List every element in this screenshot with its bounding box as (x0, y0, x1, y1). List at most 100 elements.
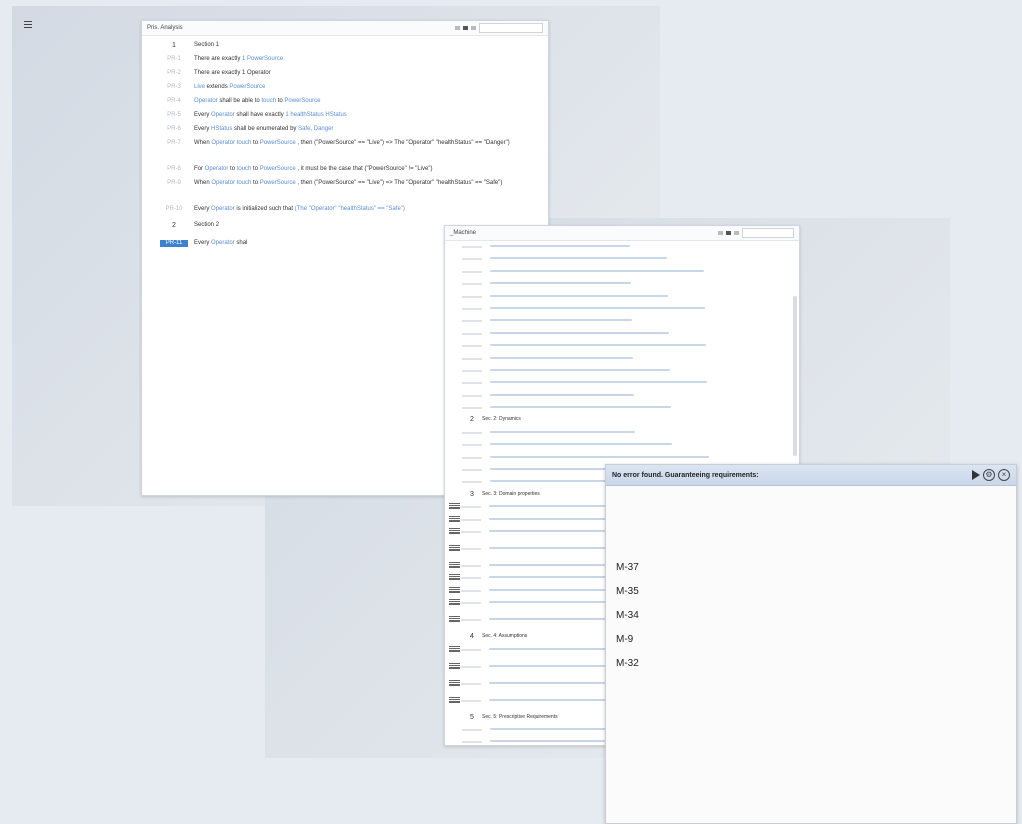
requirement-id[interactable]: PR-6 (160, 126, 188, 133)
concept-link[interactable]: touch (237, 140, 252, 146)
zoom-out-icon[interactable] (455, 26, 460, 30)
list-icon[interactable] (449, 696, 460, 703)
list-icon[interactable] (449, 544, 460, 551)
list-icon[interactable] (449, 616, 460, 623)
concept-link[interactable]: touch (237, 166, 252, 172)
list-icon[interactable] (449, 586, 460, 593)
concept-link[interactable]: 1 PowerSource (242, 56, 283, 62)
concept-link[interactable]: PowerSource (260, 180, 296, 186)
requirement-id[interactable]: PR-2 (160, 70, 188, 77)
requirement-id[interactable] (461, 518, 481, 521)
requirement-id[interactable] (462, 407, 482, 410)
requirement-id[interactable] (461, 547, 481, 550)
search-input-2[interactable] (742, 228, 794, 238)
requirement-id[interactable] (461, 665, 481, 668)
list-icon[interactable] (449, 574, 460, 581)
filter-icon[interactable] (734, 231, 739, 235)
list-icon[interactable] (449, 503, 460, 510)
requirement-id[interactable]: 1 (160, 42, 188, 49)
requirement-id[interactable] (461, 530, 481, 533)
concept-link[interactable]: PowerSource (260, 166, 296, 172)
requirement-id[interactable] (462, 345, 482, 348)
requirement-id[interactable]: PR-1 (160, 56, 188, 63)
concept-link[interactable]: PowerSource (284, 98, 320, 104)
requirement-id[interactable] (461, 682, 481, 685)
zoom-in-icon[interactable] (463, 26, 468, 30)
requirement-id[interactable] (462, 332, 482, 335)
list-icon[interactable] (449, 645, 460, 652)
requirement-id[interactable] (462, 369, 482, 372)
concept-link[interactable]: Operator (211, 180, 235, 186)
requirement-id[interactable] (461, 699, 481, 702)
requirement-id[interactable] (461, 564, 481, 567)
concept-link[interactable]: Operator (211, 240, 235, 246)
requirement-id[interactable]: 2 (160, 222, 188, 229)
zoom-in-icon[interactable] (726, 231, 731, 235)
requirement-id[interactable]: PR-4 (160, 98, 188, 105)
requirement-item[interactable]: M-35 (616, 580, 1016, 604)
list-icon[interactable] (449, 527, 460, 534)
concept-link[interactable]: Live (194, 84, 205, 90)
requirement-id[interactable] (461, 577, 481, 580)
concept-link[interactable]: Operator (205, 166, 229, 172)
concept-link[interactable]: Operator (194, 98, 218, 104)
concept-link[interactable]: Operator (211, 140, 235, 146)
requirement-id[interactable]: PR-8 (160, 166, 188, 173)
requirement-id[interactable] (462, 431, 482, 434)
requirement-id[interactable]: PR-5 (160, 112, 188, 119)
concept-link[interactable]: PowerSource (260, 140, 296, 146)
play-icon[interactable] (972, 470, 980, 480)
close-icon[interactable]: × (998, 469, 1010, 481)
requirement-item[interactable]: M-34 (616, 604, 1016, 628)
concept-link[interactable]: (The "Operator" "healthStatus" == "Safe"… (295, 206, 405, 212)
concept-link[interactable]: PowerSource (229, 84, 265, 90)
requirement-id[interactable] (462, 246, 482, 248)
requirement-id[interactable] (462, 295, 482, 298)
concept-link[interactable]: HStatus (211, 126, 232, 132)
concept-link[interactable]: touch (237, 180, 252, 186)
requirement-id[interactable] (462, 258, 482, 261)
list-icon[interactable] (449, 599, 460, 606)
requirement-id[interactable] (462, 444, 482, 447)
concept-link[interactable]: 1 healthStatus HStatus (285, 112, 346, 118)
requirement-id[interactable]: PR-9 (160, 180, 188, 187)
requirement-id[interactable] (462, 394, 482, 397)
list-icon[interactable] (449, 679, 460, 686)
concept-link[interactable]: Operator (211, 112, 235, 118)
list-icon[interactable] (449, 662, 460, 669)
requirement-id[interactable] (462, 469, 482, 472)
requirement-id[interactable] (462, 382, 482, 385)
requirement-id[interactable] (461, 602, 481, 605)
gear-icon[interactable]: ⚙ (983, 469, 995, 481)
list-icon[interactable] (449, 515, 460, 522)
requirement-id[interactable] (462, 270, 482, 273)
requirement-id[interactable]: PR-3 (160, 84, 188, 91)
concept-link[interactable]: touch (261, 98, 276, 104)
requirement-id[interactable] (462, 320, 482, 323)
requirement-id[interactable]: PR-7 (160, 140, 188, 147)
requirement-id[interactable] (461, 589, 481, 592)
requirement-id[interactable] (462, 728, 482, 731)
concept-link[interactable]: Safe, Danger (298, 126, 333, 132)
requirement-id[interactable]: PR-10 (160, 206, 188, 213)
requirement-id[interactable] (461, 648, 481, 651)
scrollbar[interactable] (793, 296, 797, 456)
requirement-id[interactable] (461, 506, 481, 509)
zoom-out-icon[interactable] (718, 231, 723, 235)
concept-link[interactable]: Operator (211, 206, 235, 212)
requirement-item[interactable]: M-9 (616, 628, 1016, 652)
list-icon[interactable] (449, 561, 460, 568)
requirement-id[interactable] (462, 456, 482, 459)
requirement-id[interactable] (462, 357, 482, 360)
menu-icon[interactable] (24, 21, 32, 28)
requirement-item[interactable]: M-37 (616, 556, 1016, 580)
search-input[interactable] (479, 23, 543, 33)
requirement-id[interactable] (462, 283, 482, 286)
requirement-id[interactable] (462, 307, 482, 310)
requirement-id[interactable] (462, 741, 482, 744)
requirement-id[interactable] (462, 481, 482, 484)
requirement-id[interactable] (461, 619, 481, 622)
requirement-item[interactable]: M-32 (616, 652, 1016, 676)
filter-icon[interactable] (471, 26, 476, 30)
requirement-id[interactable]: PR-11 (160, 240, 188, 247)
